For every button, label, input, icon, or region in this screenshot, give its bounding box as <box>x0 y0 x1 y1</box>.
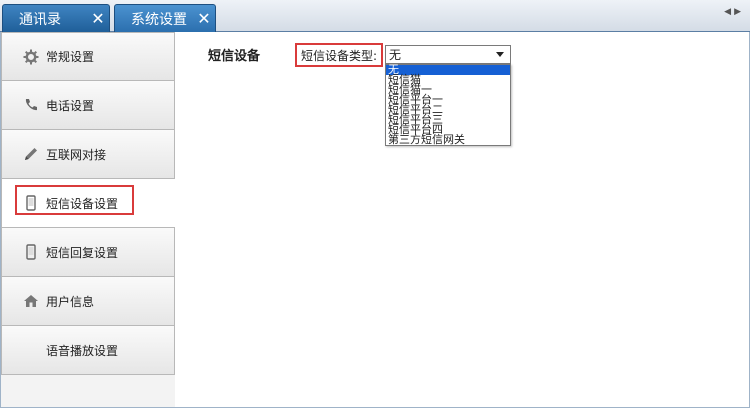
gear-icon <box>22 48 40 66</box>
sidebar-item-sms-device[interactable]: 短信设备设置 <box>1 179 175 228</box>
sidebar-item-general[interactable]: 常规设置 <box>1 32 175 81</box>
device-type-dropdown-list: 无 短信猫 短信猫一 短信平台一 短信平台二 短信平台三 短信平台四 第三方短信… <box>385 64 511 146</box>
device-type-select-value: 无 <box>389 48 402 62</box>
tab-contacts-label: 通讯录 <box>19 11 61 28</box>
tab-scroll-arrows-icon[interactable]: ◀▶ <box>724 7 744 17</box>
mobile-icon <box>22 194 40 212</box>
sidebar-item-internet[interactable]: 互联网对接 <box>1 130 175 179</box>
sidebar-item-label: 语音播放设置 <box>46 343 119 358</box>
phone-icon <box>22 96 40 114</box>
sidebar-item-sms-reply[interactable]: 短信回复设置 <box>1 228 175 277</box>
mobile-icon <box>22 243 40 261</box>
settings-sidebar: 常规设置 电话设置 互联网对接 短信设备设置 短信回复设置 用户信息 语音播放设… <box>1 32 175 407</box>
content-frame: 常规设置 电话设置 互联网对接 短信设备设置 短信回复设置 用户信息 语音播放设… <box>0 32 750 408</box>
dropdown-option[interactable]: 第三方短信网关 <box>386 134 510 145</box>
tab-contacts-close-icon[interactable]: ✕ <box>87 10 109 27</box>
sidebar-item-phone[interactable]: 电话设置 <box>1 81 175 130</box>
sidebar-item-label: 常规设置 <box>46 50 95 64</box>
sidebar-item-label: 短信回复设置 <box>46 245 119 260</box>
house-icon <box>22 292 40 310</box>
tab-bar: 通讯录 ✕ 系统设置 ✕ ◀▶ <box>0 0 750 32</box>
sidebar-item-voice-playback[interactable]: 语音播放设置 <box>1 326 175 375</box>
tab-system-settings[interactable]: 系统设置 ✕ <box>114 4 216 32</box>
section-title: 短信设备 <box>208 49 261 64</box>
sidebar-item-label: 用户信息 <box>46 294 95 309</box>
chevron-down-icon[interactable] <box>493 46 507 63</box>
tab-system-settings-close-icon[interactable]: ✕ <box>193 10 215 27</box>
sidebar-item-label: 电话设置 <box>46 98 95 113</box>
device-type-select[interactable]: 无 <box>385 45 511 64</box>
tab-contacts[interactable]: 通讯录 ✕ <box>2 4 110 32</box>
sidebar-item-user-info[interactable]: 用户信息 <box>1 277 175 326</box>
main-panel: 短信设备 短信设备类型: 无 无 短信猫 短信猫一 短信平台一 短信平台二 短信… <box>175 32 749 407</box>
sidebar-item-label: 互联网对接 <box>46 147 107 162</box>
device-type-label: 短信设备类型: <box>295 43 383 67</box>
sidebar-item-label: 短信设备设置 <box>46 196 119 211</box>
tab-system-settings-label: 系统设置 <box>131 11 187 28</box>
pencil-icon <box>22 145 40 163</box>
